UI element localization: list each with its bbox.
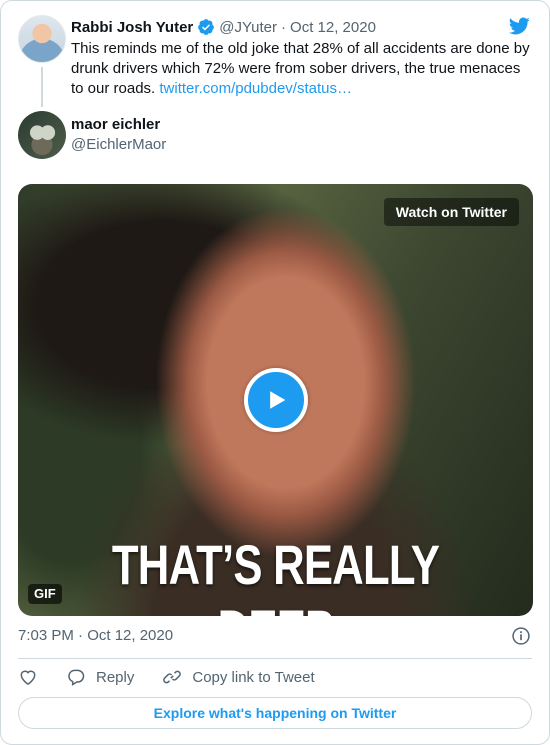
action-bar: Reply Copy link to Tweet xyxy=(18,665,343,689)
tweet-text: This reminds me of the old joke that 28%… xyxy=(71,39,533,99)
author-avatar[interactable] xyxy=(18,15,66,63)
watch-on-twitter-badge[interactable]: Watch on Twitter xyxy=(383,198,519,226)
quoted-author-avatar[interactable] xyxy=(18,111,66,159)
footer-divider xyxy=(18,658,532,659)
gif-badge: GIF xyxy=(28,584,62,604)
like-button[interactable] xyxy=(18,667,38,687)
tweet-timestamp[interactable]: 7:03 PM · Oct 12, 2020 xyxy=(18,627,173,644)
play-icon xyxy=(270,391,286,409)
heart-icon xyxy=(20,670,36,685)
twitter-logo-icon[interactable] xyxy=(507,15,531,37)
gif-caption: THAT’S REALLY DEEP xyxy=(111,533,440,616)
tweet-date[interactable]: Oct 12, 2020 xyxy=(290,19,376,36)
link-icon xyxy=(163,670,182,684)
copy-link-button[interactable]: Copy link to Tweet xyxy=(162,667,315,687)
tweet-link[interactable]: twitter.com/pdubdev/status… xyxy=(159,80,352,97)
reply-button[interactable]: Reply xyxy=(66,667,134,687)
quoted-author-name[interactable]: maor eichler xyxy=(71,116,160,133)
info-icon[interactable] xyxy=(511,626,531,646)
tweet-embed-card: Rabbi Josh Yuter @JYuter · Oct 12, 2020 … xyxy=(0,0,550,745)
quoted-author-handle[interactable]: @EichlerMaor xyxy=(71,136,166,153)
tweet-header: Rabbi Josh Yuter @JYuter · Oct 12, 2020 xyxy=(71,17,376,37)
thread-connector-line xyxy=(41,67,43,107)
reply-icon xyxy=(68,669,85,686)
author-name[interactable]: Rabbi Josh Yuter xyxy=(71,19,193,36)
copy-link-label: Copy link to Tweet xyxy=(192,668,315,686)
separator-dot: · xyxy=(281,18,287,36)
gif-media[interactable]: Watch on Twitter THAT’S REALLY DEEP GIF xyxy=(18,184,533,616)
reply-label: Reply xyxy=(96,668,135,686)
verified-icon xyxy=(197,18,215,36)
explore-twitter-button[interactable]: Explore what's happening on Twitter xyxy=(18,697,532,729)
author-handle[interactable]: @JYuter xyxy=(219,19,277,36)
play-button[interactable] xyxy=(244,368,308,432)
